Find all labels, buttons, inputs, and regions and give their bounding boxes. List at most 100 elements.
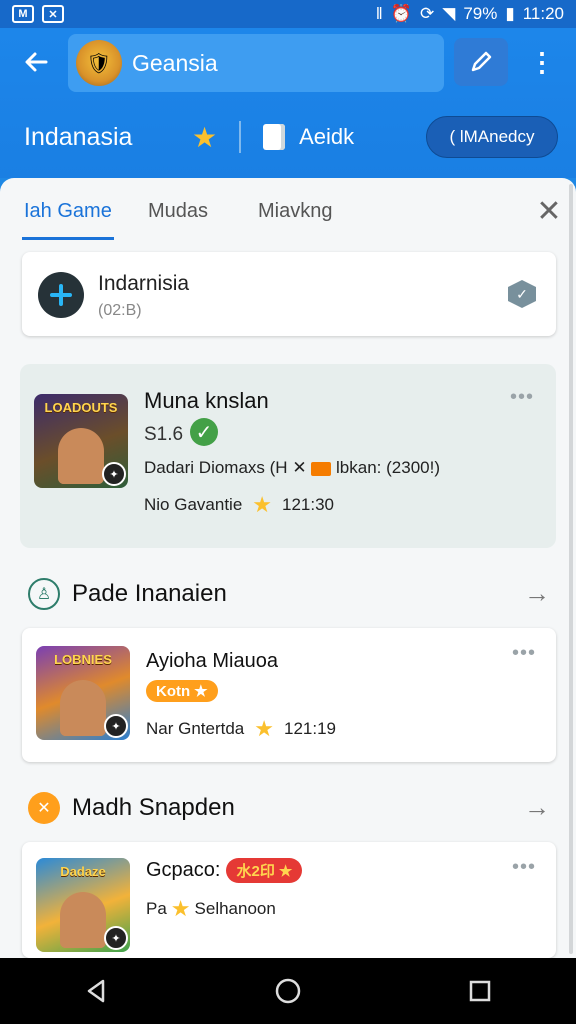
back-button[interactable] <box>18 44 54 80</box>
flag-icon <box>311 461 332 476</box>
star-icon: ★ <box>278 862 293 880</box>
meta-label: Nio Gavantie <box>144 495 243 514</box>
arrow-left-icon <box>25 52 48 72</box>
group-title: Indarnisia <box>98 272 190 295</box>
game-badge-icon: ✦ <box>104 714 128 738</box>
search-title: Geansia <box>132 49 218 76</box>
tab-game[interactable]: Iah Game <box>24 200 112 223</box>
wifi-icon: ◥ <box>442 4 456 23</box>
thumbnail-title: Dadaze <box>60 864 106 879</box>
star-icon[interactable]: ★ <box>192 121 217 154</box>
app-title-1: Ayioha Miauoa <box>146 650 278 672</box>
content-sheet: Iah Game Mudas Miavkng ✕ Indarnisia (02:… <box>0 178 576 958</box>
circle-home-icon <box>275 978 301 1004</box>
tab-miavkng[interactable]: Miavkng <box>258 200 332 223</box>
nav-recents-button[interactable] <box>450 961 510 1021</box>
system-nav-bar <box>0 958 576 1024</box>
character-figure <box>60 892 106 948</box>
music-note-icon <box>38 272 84 318</box>
search-bar[interactable]: 🛡 Geansia <box>68 34 444 92</box>
star-icon: ★ <box>252 492 273 517</box>
featured-thumbnail[interactable]: LOADOUTS ✦ <box>34 394 128 488</box>
close-icon[interactable]: ✕ <box>534 195 564 228</box>
triangle-back-icon <box>87 979 105 1003</box>
group-card[interactable]: Indarnisia (02:B) ✓ <box>22 252 556 336</box>
description-text: Dadari Diomaxs (H <box>144 458 288 477</box>
arrow-right-icon[interactable]: → <box>524 578 550 609</box>
region-label: Indanasia <box>24 122 133 151</box>
verified-shield-icon: ✓ <box>508 280 536 308</box>
filter-pill-button[interactable]: ( lMAnedcy <box>426 116 558 158</box>
nav-back-button[interactable] <box>66 961 126 1021</box>
meta-label: Nar Gntertda <box>146 719 245 738</box>
game-badge-icon: ✦ <box>104 926 128 950</box>
game-badge-icon: ✦ <box>102 462 126 486</box>
region-row: Indanasia ★ Aeidk ( lMAnedcy <box>0 112 576 162</box>
featured-title: Muna knslan <box>144 388 269 413</box>
group-subtitle: (02:B) <box>98 302 142 319</box>
app-bar: 🛡 Geansia ⋮ Indanasia ★ Aeidk ( lMAnedcy <box>0 28 576 178</box>
battery-icon: ▮ <box>505 4 515 23</box>
tag-badge: Kotn ★ <box>146 680 218 702</box>
sync-icon: ⟳ <box>420 4 435 23</box>
featured-price: S1.6 <box>144 424 184 445</box>
meta-value: 121:30 <box>282 495 335 514</box>
app-card-1[interactable]: LOBNIES ✦ ••• Ayioha Miauoa Kotn ★ Nar G… <box>22 628 556 762</box>
app-meta-2: Pa ★ Selhanoon <box>146 896 276 922</box>
star-icon: ★ <box>254 716 274 741</box>
featured-description: Dadari Diomaxs (H ✕ lbkan: (2300!) <box>144 458 440 477</box>
meta-prefix: Pa <box>146 899 167 918</box>
character-figure <box>58 428 104 484</box>
section-title-1: Pade Inanaien <box>72 580 227 607</box>
edit-button[interactable] <box>454 38 508 86</box>
vibrate-icon: ǁ <box>375 4 383 23</box>
pencil-icon <box>471 51 492 72</box>
more-options-icon[interactable]: ⋮ <box>526 44 558 80</box>
character-figure <box>60 680 106 736</box>
divider <box>239 121 242 153</box>
arrow-right-icon[interactable]: → <box>524 792 550 823</box>
thumbnail-title: LOBNIES <box>54 652 112 667</box>
more-dots-icon[interactable]: ••• <box>510 386 534 409</box>
game-badge-icon: 🛡 <box>76 40 122 86</box>
more-dots-icon[interactable]: ••• <box>512 642 536 665</box>
more-dots-icon[interactable]: ••• <box>512 856 536 879</box>
app-title-2: Gcpaco: <box>146 859 221 881</box>
section-title-2: Madh Snapden <box>72 794 235 821</box>
status-bar: M ✕ ǁ ⏰ ⟳ ◥ 79% ▮ 11:20 <box>0 0 576 28</box>
check-icon: ✓ <box>190 418 218 446</box>
thumbnail-title: LOADOUTS <box>44 400 118 415</box>
description-tail: lbkan: (2300!) <box>336 458 440 477</box>
scrollbar[interactable] <box>569 184 573 954</box>
nav-home-button[interactable] <box>258 961 318 1021</box>
star-icon: ★ <box>194 683 208 700</box>
app-title-row-2: Gcpaco: 水2印 ★ <box>146 858 303 883</box>
battery-percent: 79% <box>463 4 498 23</box>
star-icon: ★ <box>170 896 191 921</box>
alarm-icon: ⏰ <box>390 4 412 23</box>
tag-text: 水2印 <box>236 863 275 880</box>
tag-text: Kotn <box>156 682 191 700</box>
tab-bar: Iah Game Mudas Miavkng ✕ <box>0 178 576 242</box>
tag-badge: 水2印 ★ <box>226 858 303 883</box>
meta-value: 121:19 <box>284 719 336 738</box>
app-thumbnail-2[interactable]: Dadaze ✦ <box>36 858 130 952</box>
app-card-2[interactable]: Dadaze ✦ ••• Gcpaco: 水2印 ★ Pa ★ Selhanoo… <box>22 842 556 958</box>
app-thumbnail-1[interactable]: LOBNIES ✦ <box>36 646 130 740</box>
cross-swords-icon: ✕ <box>28 792 60 824</box>
section-header-1[interactable]: ♙ Pade Inanaien → <box>26 576 552 616</box>
app-meta-1: Nar Gntertda ★ 121:19 <box>146 716 336 742</box>
tab-mudas[interactable]: Mudas <box>148 200 208 223</box>
meta-label: Selhanoon <box>194 899 276 918</box>
square-recents-icon <box>469 980 491 1002</box>
sub-label[interactable]: Aeidk <box>299 124 354 150</box>
section-header-2[interactable]: ✕ Madh Snapden → <box>26 790 552 830</box>
clock: 11:20 <box>522 4 564 23</box>
book-icon <box>263 124 286 150</box>
featured-meta: Nio Gavantie ★ 121:30 <box>144 492 334 518</box>
featured-game-card[interactable]: LOADOUTS ✦ ••• Muna knslan S1.6 ✓ Dadari… <box>20 364 556 548</box>
notification-app-icon: ✕ <box>42 5 64 23</box>
person-icon: ♙ <box>28 578 60 610</box>
app-tag-1: Kotn ★ <box>146 680 218 702</box>
active-tab-indicator <box>22 237 114 240</box>
